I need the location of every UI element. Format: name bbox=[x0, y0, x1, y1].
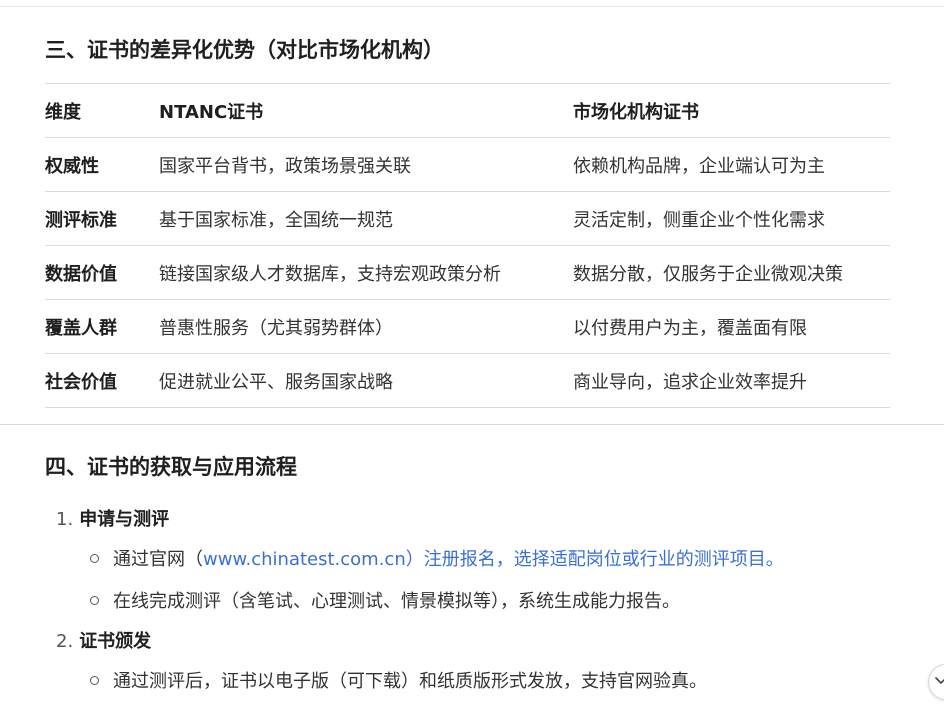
scroll-down-button[interactable] bbox=[928, 664, 944, 700]
sub-item-text: 在线完成测评（含笔试、心理测试、情景模拟等），系统生成能力报告。 bbox=[113, 591, 680, 612]
cell-ntanc: 国家平台背书，政策场景强关联 bbox=[159, 137, 573, 192]
step-number: 1. bbox=[56, 509, 74, 530]
table-row: 测评标准 基于国家标准，全国统一规范 灵活定制，侧重企业个性化需求 bbox=[45, 191, 890, 246]
step-label: 证书颁发 bbox=[79, 631, 152, 652]
section-4-title: 四、证书的获取与应用流程 bbox=[45, 455, 297, 479]
header-ntanc: NTANC证书 bbox=[159, 83, 573, 138]
cell-dimension: 测评标准 bbox=[45, 191, 159, 246]
section-3-title: 三、证书的差异化优势（对比市场化机构） bbox=[45, 38, 444, 62]
cell-market: 商业导向，追求企业效率提升 bbox=[573, 353, 890, 408]
sub-item-text: 通过测评后，证书以电子版（可下载）和纸质版形式发放，支持官网验真。 bbox=[113, 671, 707, 692]
divider bbox=[0, 6, 944, 7]
cell-market: 灵活定制，侧重企业个性化需求 bbox=[573, 191, 890, 246]
chevron-down-icon bbox=[935, 677, 944, 684]
cell-ntanc: 普惠性服务（尤其弱势群体） bbox=[159, 299, 573, 354]
table-row: 权威性 国家平台背书，政策场景强关联 依赖机构品牌，企业端认可为主 bbox=[45, 137, 890, 192]
step-number: 2. bbox=[56, 631, 74, 652]
sub-item-text: 通过官网（ bbox=[113, 549, 203, 570]
step-label: 申请与测评 bbox=[79, 509, 170, 530]
cell-dimension: 社会价值 bbox=[45, 353, 159, 408]
table-row: 数据价值 链接国家级人才数据库，支持宏观政策分析 数据分散，仅服务于企业微观决策 bbox=[45, 245, 890, 300]
cell-market: 数据分散，仅服务于企业微观决策 bbox=[573, 245, 890, 300]
table-row: 覆盖人群 普惠性服务（尤其弱势群体） 以付费用户为主，覆盖面有限 bbox=[45, 299, 890, 354]
circle-bullet-icon bbox=[90, 595, 99, 605]
cell-dimension: 数据价值 bbox=[45, 245, 159, 300]
cell-dimension: 覆盖人群 bbox=[45, 299, 159, 354]
header-dimension: 维度 bbox=[45, 83, 159, 138]
cell-market: 依赖机构品牌，企业端认可为主 bbox=[573, 137, 890, 192]
sub-list-item: 通过测评后，证书以电子版（可下载）和纸质版形式发放，支持官网验真。 bbox=[90, 667, 707, 693]
list-item-step-1: 1. 申请与测评 bbox=[56, 505, 169, 531]
list-item-step-2: 2. 证书颁发 bbox=[56, 627, 151, 653]
cell-ntanc: 促进就业公平、服务国家战略 bbox=[159, 353, 573, 408]
cell-dimension: 权威性 bbox=[45, 137, 159, 192]
table-header-row: 维度 NTANC证书 市场化机构证书 bbox=[45, 83, 890, 138]
table-row: 社会价值 促进就业公平、服务国家战略 商业导向，追求企业效率提升 bbox=[45, 353, 890, 408]
header-market: 市场化机构证书 bbox=[573, 83, 890, 138]
website-link[interactable]: www.chinatest.com.cn）注册报名，选择适配岗位或行业的测评项目… bbox=[203, 549, 784, 570]
cell-ntanc: 基于国家标准，全国统一规范 bbox=[159, 191, 573, 246]
sub-list-item: 通过官网（www.chinatest.com.cn）注册报名，选择适配岗位或行业… bbox=[90, 545, 784, 571]
chat-response-page: 三、证书的差异化优势（对比市场化机构） 维度 NTANC证书 市场化机构证书 权… bbox=[0, 0, 944, 710]
cell-ntanc: 链接国家级人才数据库，支持宏观政策分析 bbox=[159, 245, 573, 300]
circle-bullet-icon bbox=[90, 553, 99, 563]
sub-list-item: 在线完成测评（含笔试、心理测试、情景模拟等），系统生成能力报告。 bbox=[90, 587, 680, 613]
divider bbox=[0, 424, 944, 425]
circle-bullet-icon bbox=[90, 675, 99, 685]
comparison-table: 维度 NTANC证书 市场化机构证书 权威性 国家平台背书，政策场景强关联 依赖… bbox=[45, 83, 890, 408]
cell-market: 以付费用户为主，覆盖面有限 bbox=[573, 299, 890, 354]
